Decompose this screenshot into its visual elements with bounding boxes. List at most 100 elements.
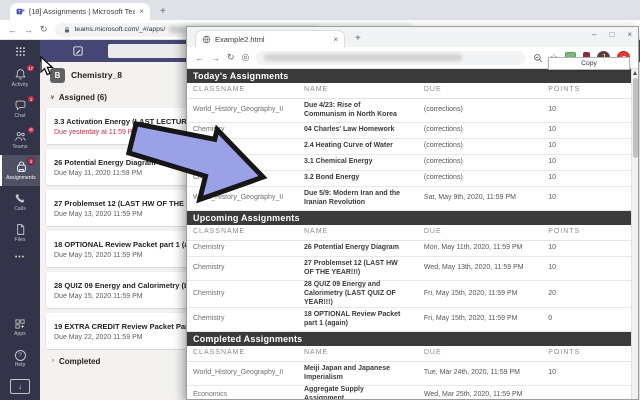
section-header-completed: Completed Assignments	[187, 332, 631, 346]
cell-due: Wed, May 13th, 2020, 11:59 PM	[418, 264, 542, 273]
table-row: Economics Aggregate Supply Assignment We…	[187, 386, 631, 399]
cell-name: 18 OPTIONAL Review Packet part 1 (again)	[298, 311, 418, 329]
fg-reload-button[interactable]: ↻	[227, 52, 235, 63]
cell-due: Mon, May 11th, 2020, 11:59 PM	[418, 244, 542, 253]
col-classname: CLASSNAME	[187, 349, 298, 358]
section-header-today: Today's Assignments	[187, 69, 631, 83]
rail-item-files[interactable]: Files	[0, 217, 40, 248]
teams-left-rail: Activity 17 Chat 1 Teams ⊘	[0, 62, 40, 400]
fg-url-blur	[264, 54, 462, 61]
cell-due: Wed, Mar 25th, 2020, 11:59 PM	[418, 391, 542, 399]
col-name: NAME	[298, 86, 418, 95]
cell-name: 3.1 Chemical Energy	[298, 158, 418, 167]
scrollbar-up-arrow[interactable]	[633, 71, 637, 75]
download-desktop-icon: ↓	[10, 379, 30, 394]
page-info-icon[interactable]: ◎	[242, 52, 250, 63]
teams-browser-tab[interactable]: T [18] Assignments | Microsoft Tea ×	[10, 3, 150, 20]
fg-back-button[interactable]: ←	[195, 53, 204, 63]
svg-text:T: T	[18, 9, 21, 14]
table-row: Chemistry 26 Potential Energy Diagram Mo…	[187, 241, 631, 257]
assignment-title: 19 EXTRA CREDIT Review Packet Part 2	[54, 322, 197, 331]
chevron-right-icon: ›	[52, 358, 54, 364]
fg-tab-close-icon[interactable]: ×	[333, 35, 338, 44]
bg-forward-button[interactable]: →	[24, 25, 33, 35]
cell-name: 04 Charles' Law Homework	[298, 126, 418, 135]
bg-tab-title: [18] Assignments | Microsoft Tea	[29, 7, 135, 16]
cell-name: 27 Problemset 12 (LAST HW OF THE YEAR!!!…	[298, 260, 418, 278]
cell-points: 10	[542, 106, 631, 115]
cell-classname: Economics	[187, 391, 298, 399]
example-browser-window: Example2.html × + – □ × ← → ↻ ◎ ☆ J	[186, 26, 639, 400]
rail-item-calls[interactable]: Calls	[0, 186, 40, 217]
table-row: Chemistry 18 OPTIONAL Review Packet part…	[187, 308, 631, 332]
fg-tab[interactable]: Example2.html ×	[195, 30, 345, 47]
cell-classname: World_History_Geography_II	[187, 369, 298, 378]
rail-item-help[interactable]: ? Help	[0, 343, 40, 374]
fg-new-tab-button[interactable]: +	[355, 33, 361, 44]
rail-label-activity: Activity	[12, 82, 29, 88]
table-row: Chemistry 27 Problemset 12 (LAST HW OF T…	[187, 257, 631, 281]
bg-new-tab-button[interactable]: +	[160, 6, 166, 17]
section-header-upcoming: Upcoming Assignments	[187, 211, 631, 225]
assignments-icon	[15, 161, 28, 174]
chat-icon	[14, 99, 27, 112]
cell-points: 10	[542, 244, 631, 253]
waffle-menu-button[interactable]	[0, 40, 40, 62]
compose-icon	[72, 45, 84, 57]
assigned-label: Assigned (6)	[59, 93, 107, 102]
assignment-title: 28 QUIZ 09 Energy and Calorimetry (LAS	[54, 281, 199, 290]
fg-forward-button[interactable]: →	[211, 53, 220, 63]
rail-item-download-app[interactable]: ↓	[0, 374, 40, 400]
zoom-icon[interactable]	[533, 53, 543, 63]
close-button[interactable]: ×	[627, 30, 632, 39]
rail-label-assignments: Assignments	[6, 175, 36, 181]
globe-favicon	[202, 35, 211, 44]
col-classname: CLASSNAME	[187, 228, 298, 237]
rail-label-help: Help	[15, 362, 26, 368]
rail-item-teams[interactable]: Teams ⊘	[0, 124, 40, 155]
bg-tab-close-icon[interactable]: ×	[139, 7, 144, 16]
cell-due: (corrections)	[418, 174, 542, 183]
cell-due: Tue, Mar 24th, 2020, 11:59 PM	[418, 369, 542, 378]
assignment-title: 18 OPTIONAL Review Packet part 1 (agai	[54, 240, 199, 249]
compose-button[interactable]	[72, 45, 84, 57]
assignments-page: Today's Assignments CLASSNAME NAME DUE P…	[187, 69, 638, 399]
table-row: Chemistry 28 QUIZ 09 Energy and Calorime…	[187, 281, 631, 308]
annotation-arrow	[126, 124, 271, 206]
help-icon: ?	[15, 350, 26, 361]
bg-reload-button[interactable]: ↻	[40, 24, 48, 35]
col-due: DUE	[418, 349, 542, 358]
rail-label-files: Files	[14, 237, 25, 243]
rail-item-activity[interactable]: Activity 17	[0, 62, 40, 93]
bg-tab-strip: T [18] Assignments | Microsoft Tea × +	[0, 0, 640, 20]
rail-item-apps[interactable]: Apps	[0, 312, 40, 343]
teams-people-icon	[14, 130, 27, 143]
page-scrollbar[interactable]	[631, 69, 638, 399]
scrollbar-thumb[interactable]	[633, 78, 638, 158]
cell-points: 10	[542, 126, 631, 135]
assignments-badge: 1	[27, 157, 35, 165]
bg-back-button[interactable]: ←	[8, 25, 17, 35]
rail-more-button[interactable]: •••	[0, 248, 40, 266]
cell-name: 28 QUIZ 09 Energy and Calorimetry (LAST …	[298, 281, 418, 307]
cell-points: 20	[542, 290, 631, 299]
cell-classname: Chemistry	[187, 315, 298, 324]
phone-icon	[14, 192, 27, 205]
minimize-button[interactable]: –	[592, 30, 596, 39]
chat-badge: 1	[27, 95, 35, 103]
maximize-button[interactable]: □	[609, 30, 614, 39]
rail-item-chat[interactable]: Chat 1	[0, 93, 40, 124]
cell-points: 10	[542, 264, 631, 273]
table-header: CLASSNAME NAME DUE POINTS	[187, 346, 631, 362]
cell-due: Fri, May 15th, 2020, 11:59 PM	[418, 290, 542, 299]
rail-label-teams: Teams	[12, 144, 27, 150]
copy-menu-item[interactable]: Copy	[548, 57, 630, 70]
rail-item-assignments[interactable]: Assignments 1	[0, 155, 40, 186]
rail-spacer	[0, 266, 40, 312]
fg-address-bar[interactable]	[256, 51, 526, 65]
rail-label-calls: Calls	[14, 206, 26, 212]
col-points: POINTS	[542, 228, 631, 237]
cell-name: 2.4 Heating Curve of Water	[298, 142, 418, 151]
table-row: World_History_Geography_II Meiji Japan a…	[187, 362, 631, 386]
fg-tab-strip: Example2.html × + – □ ×	[187, 27, 638, 47]
